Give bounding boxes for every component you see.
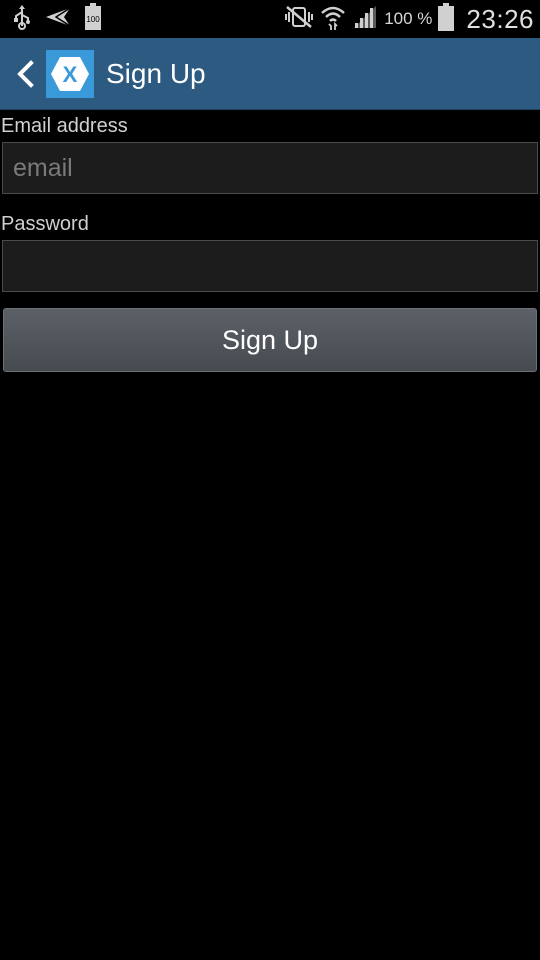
system-status-icons: 100 % 23:26 [284, 2, 540, 36]
usb-icon [12, 4, 32, 35]
status-clock: 23:26 [466, 3, 534, 34]
email-field[interactable] [2, 142, 538, 194]
sign-up-button[interactable]: Sign Up [3, 308, 537, 372]
chevron-left-icon[interactable] [8, 38, 42, 110]
mute-vibrate-icon [284, 5, 314, 34]
password-label: Password [1, 213, 89, 235]
storage-badge-text: 100 [86, 15, 100, 24]
battery-storage-icon: 100 [84, 2, 102, 36]
battery-icon [438, 2, 455, 36]
logo-letter: X [63, 62, 78, 87]
page-title: Sign Up [106, 57, 206, 89]
send-icon [44, 6, 72, 33]
email-label: Email address [1, 115, 128, 137]
signup-form: Email address Password Sign Up [0, 110, 540, 372]
xamarin-logo-icon[interactable]: X [46, 49, 94, 98]
password-field[interactable] [2, 240, 538, 292]
notification-icons: 100 [0, 2, 102, 36]
action-bar: X Sign Up [0, 38, 540, 110]
signal-icon [352, 4, 378, 35]
battery-percent: 100 % [384, 9, 433, 28]
status-bar: 100 100 % 23:26 [0, 0, 540, 38]
wifi-icon [320, 4, 346, 35]
